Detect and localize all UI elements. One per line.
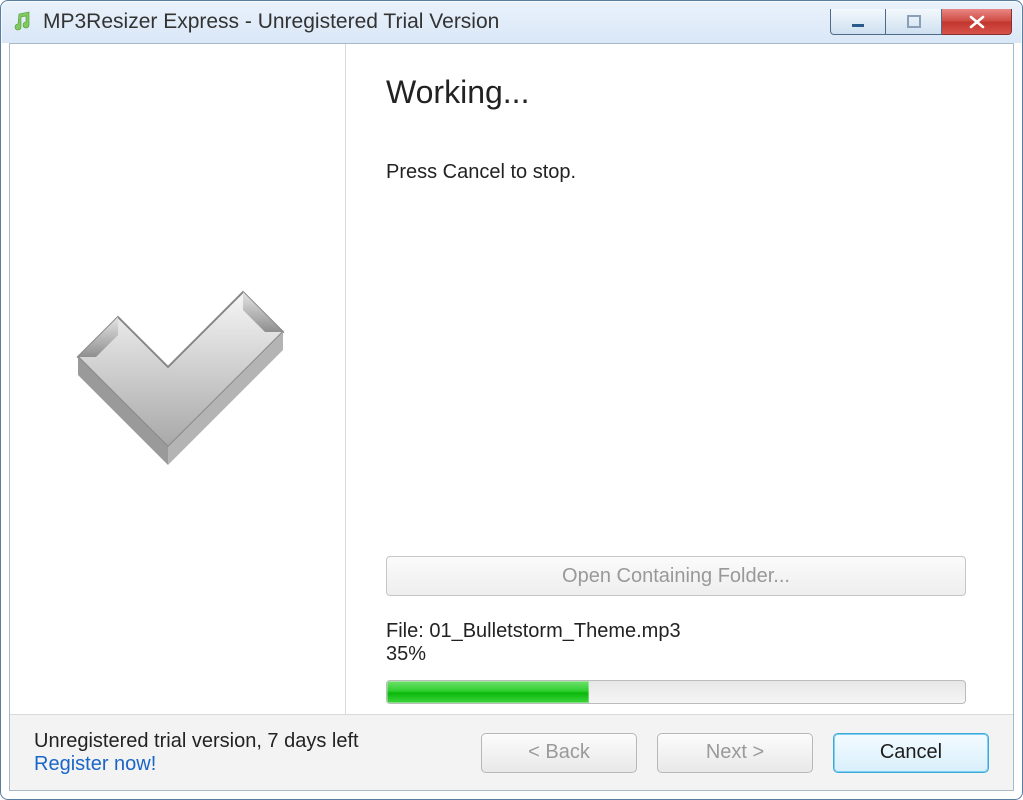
left-pane [10,44,346,714]
progress-fill [387,681,589,703]
cancel-button[interactable]: Cancel [833,733,989,773]
minimize-button[interactable] [830,9,886,35]
progress-percent-text: 35% [386,643,973,666]
close-button[interactable] [942,9,1012,35]
music-note-icon [11,11,33,33]
next-button: Next > [657,733,813,773]
window-controls [830,9,1012,35]
footer-bar: Unregistered trial version, 7 days left … [10,714,1013,790]
app-window: MP3Resizer Express - Unregistered Trial … [0,0,1023,800]
register-link[interactable]: Register now! [34,753,359,776]
back-button: < Back [481,733,637,773]
page-heading: Working... [386,74,973,111]
trial-status-text: Unregistered trial version, 7 days left [34,730,359,753]
file-prefix: File: [386,620,429,642]
checkmark-icon [58,257,298,502]
minimize-icon [851,15,865,29]
current-file-label: File: 01_Bulletstorm_Theme.mp3 [386,620,973,643]
right-pane: Working... Press Cancel to stop. Open Co… [346,44,1013,714]
maximize-button [886,9,942,35]
open-containing-folder-button: Open Containing Folder... [386,556,966,596]
progress-bar [386,680,966,704]
wizard-body: Working... Press Cancel to stop. Open Co… [10,44,1013,714]
maximize-icon [907,15,921,29]
window-title: MP3Resizer Express - Unregistered Trial … [43,10,499,34]
client-area: Working... Press Cancel to stop. Open Co… [9,43,1014,791]
titlebar[interactable]: MP3Resizer Express - Unregistered Trial … [1,1,1022,43]
instruction-text: Press Cancel to stop. [386,161,973,184]
close-icon [968,15,986,29]
file-name: 01_Bulletstorm_Theme.mp3 [429,620,680,642]
